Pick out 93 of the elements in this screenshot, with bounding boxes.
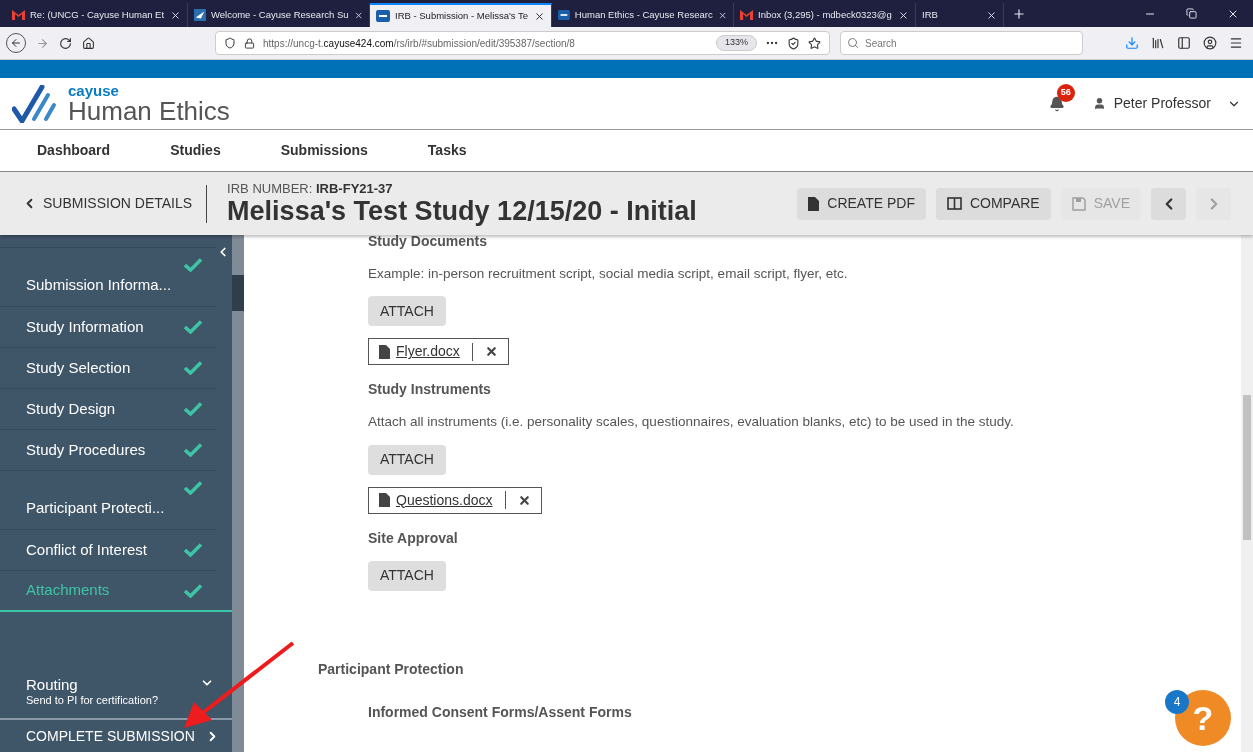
tab-title: IRB [922,7,939,22]
bell-icon[interactable] [1048,95,1065,112]
attach-button[interactable]: ATTACH [368,560,446,591]
address-field[interactable]: https://uncg-t.cayuse424.com/rs/irb/#submission/edit/395387/section/8 133% [215,31,830,55]
remove-icon[interactable] [517,493,531,507]
floppy-icon [1071,196,1086,211]
zoom-badge[interactable]: 133% [715,35,757,51]
sidebar-item[interactable]: Study Selection [0,348,216,389]
product-name: Human Ethics [68,98,230,124]
file-link[interactable]: Questions.docx [396,489,493,511]
close-icon[interactable] [170,9,181,21]
routing-subtitle: Send to PI for certification? [26,694,159,708]
sidebar-item[interactable]: Participant Protecti... [0,471,216,530]
user-icon [1092,97,1106,110]
notification-badge: 56 [1056,83,1075,102]
nav-link[interactable]: Studies [170,140,221,161]
toolbar-button[interactable]: CREATE PDF [797,187,926,220]
tab-title: Welcome - Cayuse Research Su [210,7,349,22]
section-description: Attach all instruments (i.e. personality scales, questionnaires, evaluation blanks, etc) to be used in the study. [368,413,1014,432]
sidebar-item[interactable]: Study Design [0,389,216,430]
nav-link[interactable]: Dashboard [37,140,111,161]
sidebar-item[interactable]: Study Procedures [0,430,216,471]
irb-number: IRB NUMBER: IRB-FY21-37 [227,182,394,195]
back-link[interactable]: SUBMISSION DETAILS [22,193,207,214]
check-icon [184,258,202,272]
document-icon [379,344,390,359]
section-title: Informed Consent Forms/Assent Forms [368,702,632,722]
sidebar-item[interactable]: Submission Informa... [0,248,216,307]
sidebar-item[interactable]: Study Information [0,307,216,348]
file-link[interactable]: Flyer.docx [396,341,460,363]
toolbar-button[interactable]: COMPARE [935,187,1051,220]
check-icon [184,320,202,334]
search-field[interactable]: Search [840,31,1083,55]
nav-link[interactable]: Submissions [280,140,368,161]
page-scrollbar[interactable] [1241,235,1253,752]
bird-icon [194,8,206,22]
shield-icon [224,37,236,49]
check-icon [184,361,202,375]
study-title: Melissa's Test Study 12/15/20 - Initial [227,198,697,225]
section-title: Study Instruments [368,380,491,400]
section-description: Example: in-person recruitment script, social media script, email script, flyer, etc. [368,265,848,283]
close-icon[interactable] [898,9,909,21]
section-title: Study Documents [368,232,487,251]
nav-link[interactable]: Tasks [427,140,467,161]
logo-icon [12,84,58,123]
library-icon[interactable] [1151,36,1165,50]
home-icon[interactable] [82,36,95,50]
routing-item[interactable]: Routing Send to PI for certification? [0,675,232,718]
mail-icon [740,10,753,20]
attach-button[interactable]: ATTACH [368,444,446,475]
check-icon [184,481,202,495]
close-icon[interactable] [534,10,545,22]
columns-icon [946,197,962,210]
group-title: Participant Protection [318,659,464,679]
attach-button[interactable]: ATTACH [368,296,446,327]
url-text: https://uncg-t.cayuse424.com/rs/irb/#submission/edit/395387/section/8 [263,36,575,51]
check-icon [184,583,202,598]
logo-wordmark: cayuse [68,83,120,98]
remove-icon[interactable] [484,345,498,359]
new-tab-icon[interactable] [1012,6,1026,21]
app-icon [376,10,390,22]
tab-title: Human Ethics - Cayuse Researc [574,7,713,22]
search-placeholder: Search [865,36,897,51]
tab-title: Re: (UNCG - Cayuse Human Et [30,7,165,22]
document-icon [808,196,820,211]
help-badge: 4 [1165,690,1189,714]
previous-button[interactable] [1151,187,1186,220]
section-title: Site Approval [368,528,458,548]
search-icon [847,37,859,49]
star-icon[interactable] [808,36,821,50]
sidebar-icon[interactable] [1177,36,1191,50]
mail-icon [12,10,25,20]
download-icon[interactable] [1125,36,1139,50]
check-icon [184,543,202,557]
account-icon[interactable] [1203,36,1217,50]
restore-icon[interactable] [1186,8,1197,19]
routing-title: Routing [26,675,79,695]
arrow-left-icon [10,37,22,49]
tab-title: Inbox (3,295) - mdbeck0323@g [758,7,893,22]
lock-icon [244,37,255,49]
reload-icon[interactable] [59,36,72,50]
tab-title: IRB - Submission - Melissa's Te [395,8,529,23]
check-icon [184,443,202,457]
sidebar-item[interactable]: Conflict of Interest [0,530,216,571]
sidebar-scrollbar[interactable] [232,235,244,752]
check-icon [184,402,202,416]
document-icon [379,493,390,507]
close-icon[interactable] [986,9,997,21]
menu-icon[interactable] [1229,36,1243,50]
app-icon [558,9,570,21]
close-icon[interactable] [353,9,363,21]
browser-tab[interactable]: IRB - Submission - Melissa's Te [370,3,552,27]
user-menu[interactable]: Peter Professor [1092,93,1241,114]
